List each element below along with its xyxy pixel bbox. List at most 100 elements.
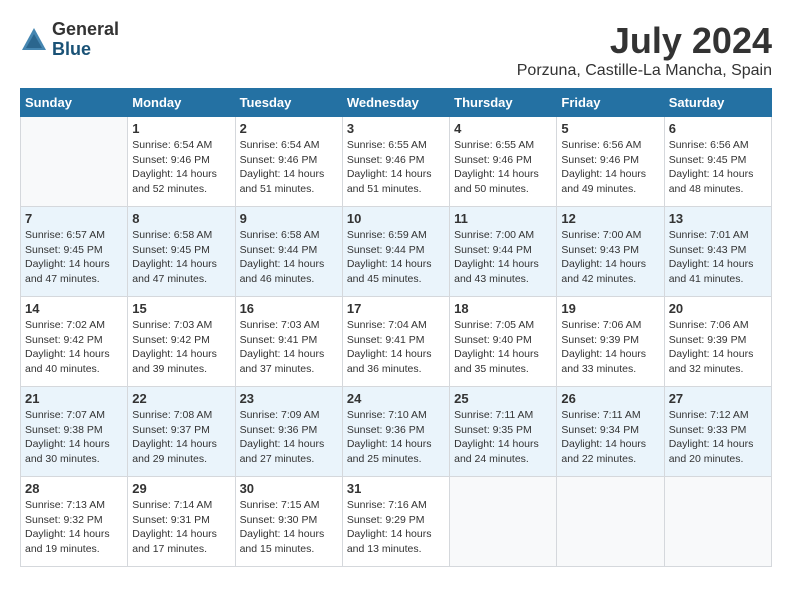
calendar-cell: 5 Sunrise: 6:56 AMSunset: 9:46 PMDaylight… xyxy=(557,117,664,207)
calendar-week-row: 1 Sunrise: 6:54 AMSunset: 9:46 PMDaylight… xyxy=(21,117,772,207)
calendar-cell: 15 Sunrise: 7:03 AMSunset: 9:42 PMDayligh… xyxy=(128,297,235,387)
calendar-week-row: 28 Sunrise: 7:13 AMSunset: 9:32 PMDayligh… xyxy=(21,477,772,567)
page-header: General Blue July 2024 Porzuna, Castille… xyxy=(20,20,772,80)
calendar-cell: 22Sunrise: 7:08 AMSunset: 9:37 PMDayligh… xyxy=(128,387,235,477)
day-number: 8 xyxy=(132,211,230,226)
title-block: July 2024 Porzuna, Castille-La Mancha, S… xyxy=(517,20,772,80)
day-number: 11 xyxy=(454,211,552,226)
day-number: 22 xyxy=(132,391,230,406)
day-number: 1 xyxy=(132,121,230,136)
calendar-cell: 8 Sunrise: 6:58 AMSunset: 9:45 PMDaylight… xyxy=(128,207,235,297)
header-saturday: Saturday xyxy=(664,89,771,117)
day-info: Sunrise: 7:07 AMSunset: 9:38 PMDaylight:… xyxy=(25,408,123,467)
day-number: 15 xyxy=(132,301,230,316)
day-number: 4 xyxy=(454,121,552,136)
calendar-header-row: SundayMondayTuesdayWednesdayThursdayFrid… xyxy=(21,89,772,117)
calendar-cell: 14Sunrise: 7:02 AMSunset: 9:42 PMDayligh… xyxy=(21,297,128,387)
day-info: Sunrise: 6:59 AMSunset: 9:44 PMDaylight:… xyxy=(347,228,445,287)
logo: General Blue xyxy=(20,20,119,60)
day-number: 2 xyxy=(240,121,338,136)
day-number: 12 xyxy=(561,211,659,226)
calendar-cell xyxy=(21,117,128,207)
calendar-cell: 2 Sunrise: 6:54 AMSunset: 9:46 PMDaylight… xyxy=(235,117,342,207)
day-number: 6 xyxy=(669,121,767,136)
header-thursday: Thursday xyxy=(450,89,557,117)
calendar-week-row: 21 Sunrise: 7:07 AMSunset: 9:38 PMDayligh… xyxy=(21,387,772,477)
calendar-cell: 1 Sunrise: 6:54 AMSunset: 9:46 PMDaylight… xyxy=(128,117,235,207)
day-info: Sunrise: 6:55 AMSunset: 9:46 PMDaylight:… xyxy=(454,138,552,197)
day-info: Sunrise: 7:11 AMSunset: 9:35 PMDaylight:… xyxy=(454,408,552,467)
day-info: Sunrise: 7:12 AMSunset: 9:33 PMDaylight:… xyxy=(669,408,767,467)
day-number: 16 xyxy=(240,301,338,316)
calendar-cell: 17 Sunrise: 7:04 AMSunset: 9:41 PMDayligh… xyxy=(342,297,449,387)
calendar-table: SundayMondayTuesdayWednesdayThursdayFrid… xyxy=(20,88,772,567)
day-number: 3 xyxy=(347,121,445,136)
day-info: Sunrise: 6:56 AMSunset: 9:46 PMDaylight:… xyxy=(561,138,659,197)
calendar-week-row: 14Sunrise: 7:02 AMSunset: 9:42 PMDayligh… xyxy=(21,297,772,387)
calendar-cell: 20 Sunrise: 7:06 AMSunset: 9:39 PMDayligh… xyxy=(664,297,771,387)
calendar-cell: 13Sunrise: 7:01 AMSunset: 9:43 PMDayligh… xyxy=(664,207,771,297)
calendar-cell: 18 Sunrise: 7:05 AMSunset: 9:40 PMDayligh… xyxy=(450,297,557,387)
day-number: 7 xyxy=(25,211,123,226)
day-info: Sunrise: 6:58 AMSunset: 9:44 PMDaylight:… xyxy=(240,228,338,287)
calendar-cell: 30 Sunrise: 7:15 AMSunset: 9:30 PMDayligh… xyxy=(235,477,342,567)
calendar-cell: 24 Sunrise: 7:10 AMSunset: 9:36 PMDayligh… xyxy=(342,387,449,477)
calendar-cell: 26 Sunrise: 7:11 AMSunset: 9:34 PMDayligh… xyxy=(557,387,664,477)
day-info: Sunrise: 7:14 AMSunset: 9:31 PMDaylight:… xyxy=(132,498,230,557)
day-info: Sunrise: 6:55 AMSunset: 9:46 PMDaylight:… xyxy=(347,138,445,197)
calendar-cell: 6Sunrise: 6:56 AMSunset: 9:45 PMDaylight… xyxy=(664,117,771,207)
day-info: Sunrise: 7:05 AMSunset: 9:40 PMDaylight:… xyxy=(454,318,552,377)
calendar-cell: 19Sunrise: 7:06 AMSunset: 9:39 PMDayligh… xyxy=(557,297,664,387)
calendar-cell: 11 Sunrise: 7:00 AMSunset: 9:44 PMDayligh… xyxy=(450,207,557,297)
header-sunday: Sunday xyxy=(21,89,128,117)
month-title: July 2024 xyxy=(517,20,772,62)
day-number: 30 xyxy=(240,481,338,496)
day-info: Sunrise: 6:54 AMSunset: 9:46 PMDaylight:… xyxy=(132,138,230,197)
day-info: Sunrise: 7:13 AMSunset: 9:32 PMDaylight:… xyxy=(25,498,123,557)
calendar-cell: 16 Sunrise: 7:03 AMSunset: 9:41 PMDayligh… xyxy=(235,297,342,387)
day-number: 5 xyxy=(561,121,659,136)
calendar-cell: 9Sunrise: 6:58 AMSunset: 9:44 PMDaylight… xyxy=(235,207,342,297)
day-info: Sunrise: 7:04 AMSunset: 9:41 PMDaylight:… xyxy=(347,318,445,377)
day-info: Sunrise: 6:57 AMSunset: 9:45 PMDaylight:… xyxy=(25,228,123,287)
day-info: Sunrise: 6:54 AMSunset: 9:46 PMDaylight:… xyxy=(240,138,338,197)
day-number: 26 xyxy=(561,391,659,406)
calendar-cell: 10 Sunrise: 6:59 AMSunset: 9:44 PMDayligh… xyxy=(342,207,449,297)
calendar-cell: 4 Sunrise: 6:55 AMSunset: 9:46 PMDaylight… xyxy=(450,117,557,207)
day-number: 10 xyxy=(347,211,445,226)
calendar-cell: 21 Sunrise: 7:07 AMSunset: 9:38 PMDayligh… xyxy=(21,387,128,477)
header-friday: Friday xyxy=(557,89,664,117)
day-number: 25 xyxy=(454,391,552,406)
calendar-cell xyxy=(664,477,771,567)
calendar-cell: 23Sunrise: 7:09 AMSunset: 9:36 PMDayligh… xyxy=(235,387,342,477)
day-info: Sunrise: 7:11 AMSunset: 9:34 PMDaylight:… xyxy=(561,408,659,467)
day-info: Sunrise: 6:58 AMSunset: 9:45 PMDaylight:… xyxy=(132,228,230,287)
calendar-cell: 3 Sunrise: 6:55 AMSunset: 9:46 PMDaylight… xyxy=(342,117,449,207)
day-info: Sunrise: 7:16 AMSunset: 9:29 PMDaylight:… xyxy=(347,498,445,557)
calendar-cell: 25 Sunrise: 7:11 AMSunset: 9:35 PMDayligh… xyxy=(450,387,557,477)
logo-icon xyxy=(20,26,48,54)
header-monday: Monday xyxy=(128,89,235,117)
header-tuesday: Tuesday xyxy=(235,89,342,117)
day-info: Sunrise: 7:00 AMSunset: 9:44 PMDaylight:… xyxy=(454,228,552,287)
day-info: Sunrise: 7:09 AMSunset: 9:36 PMDaylight:… xyxy=(240,408,338,467)
calendar-cell xyxy=(557,477,664,567)
day-info: Sunrise: 7:03 AMSunset: 9:42 PMDaylight:… xyxy=(132,318,230,377)
calendar-week-row: 7 Sunrise: 6:57 AMSunset: 9:45 PMDaylight… xyxy=(21,207,772,297)
calendar-cell: 27 Sunrise: 7:12 AMSunset: 9:33 PMDayligh… xyxy=(664,387,771,477)
day-number: 28 xyxy=(25,481,123,496)
day-number: 27 xyxy=(669,391,767,406)
day-number: 17 xyxy=(347,301,445,316)
day-number: 18 xyxy=(454,301,552,316)
day-info: Sunrise: 7:06 AMSunset: 9:39 PMDaylight:… xyxy=(561,318,659,377)
day-number: 21 xyxy=(25,391,123,406)
day-info: Sunrise: 7:10 AMSunset: 9:36 PMDaylight:… xyxy=(347,408,445,467)
day-number: 20 xyxy=(669,301,767,316)
day-info: Sunrise: 7:15 AMSunset: 9:30 PMDaylight:… xyxy=(240,498,338,557)
header-wednesday: Wednesday xyxy=(342,89,449,117)
day-info: Sunrise: 7:00 AMSunset: 9:43 PMDaylight:… xyxy=(561,228,659,287)
day-info: Sunrise: 7:03 AMSunset: 9:41 PMDaylight:… xyxy=(240,318,338,377)
day-info: Sunrise: 7:06 AMSunset: 9:39 PMDaylight:… xyxy=(669,318,767,377)
calendar-cell xyxy=(450,477,557,567)
day-number: 24 xyxy=(347,391,445,406)
